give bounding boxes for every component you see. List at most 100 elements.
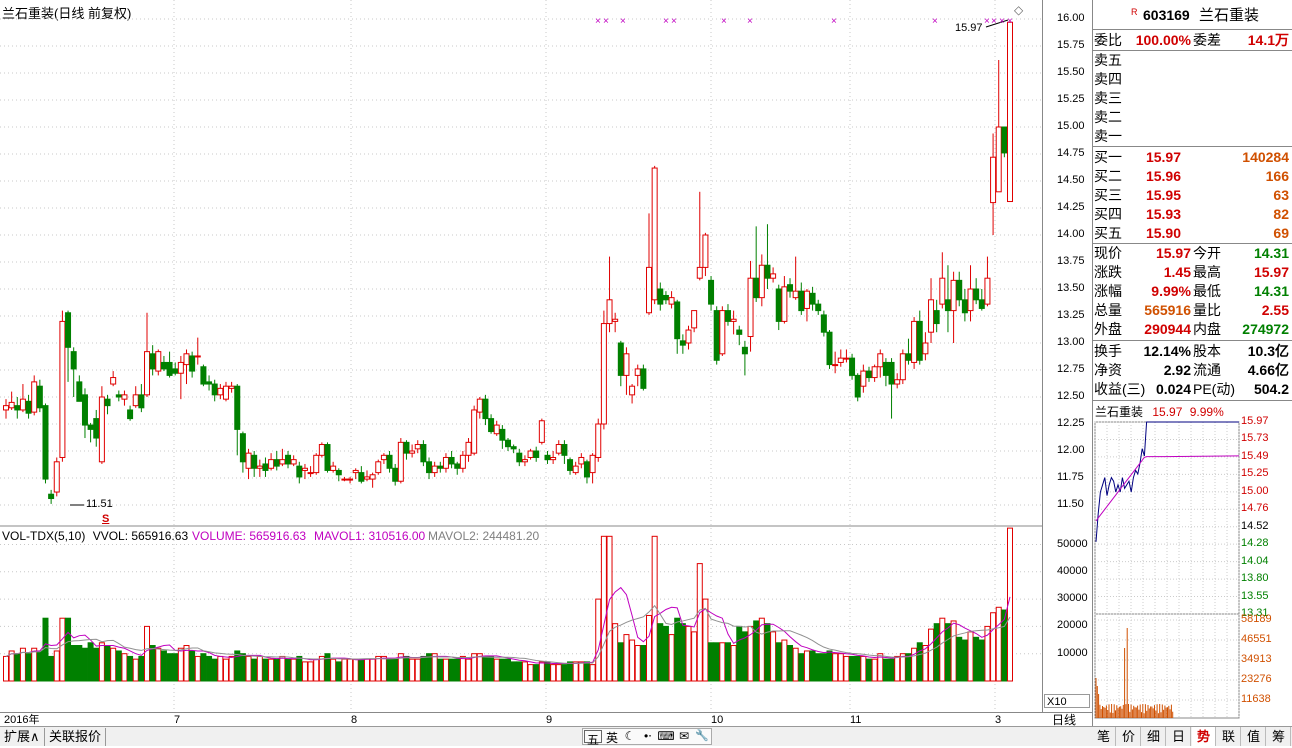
candle-body bbox=[803, 290, 810, 309]
sell-row: 卖五 bbox=[1093, 51, 1291, 70]
vol-scale-label: X10 bbox=[1044, 694, 1090, 708]
moon-icon[interactable]: ☾ bbox=[621, 729, 639, 744]
candle-body bbox=[437, 465, 444, 469]
candle-body bbox=[747, 277, 754, 338]
candle-body bbox=[3, 405, 9, 411]
volume-bar bbox=[234, 650, 241, 682]
volume-bar bbox=[792, 647, 799, 682]
wrench-icon[interactable]: 🔧 bbox=[693, 729, 711, 744]
candle-body bbox=[183, 353, 190, 366]
stat-value: 274972 bbox=[1242, 321, 1289, 337]
period-label[interactable]: 日线 bbox=[1052, 713, 1076, 727]
candle-body bbox=[758, 264, 765, 299]
signal-x-marker: × bbox=[663, 16, 669, 27]
candle-body bbox=[538, 420, 545, 443]
buy-label: 买五 bbox=[1094, 225, 1122, 241]
volume-bar bbox=[488, 655, 495, 682]
candle-body bbox=[380, 454, 387, 461]
volume-bar bbox=[894, 655, 901, 682]
panel-tab[interactable]: 日 bbox=[1167, 727, 1191, 746]
weicha-label: 委差 bbox=[1193, 32, 1221, 48]
price-tick: 13.50 bbox=[1057, 282, 1085, 294]
volume-bar bbox=[296, 655, 303, 682]
panel-tab[interactable]: 笔 bbox=[1092, 727, 1116, 746]
candle-body bbox=[104, 398, 111, 407]
buy-volume: 140284 bbox=[1242, 149, 1289, 165]
candle-body bbox=[160, 361, 167, 370]
kline-chart-area[interactable]: 兰石重装(日线 前复权) × × × × × × × × × × × × × VOL-TDX(5,10)… bbox=[0, 0, 1042, 712]
candle-body bbox=[177, 361, 184, 374]
volume-bar bbox=[843, 655, 850, 682]
candle-body bbox=[87, 424, 94, 430]
panel-tab[interactable]: 值 bbox=[1242, 727, 1266, 746]
volume-bar bbox=[442, 658, 449, 682]
candle-body bbox=[572, 465, 579, 474]
punctuation-icon[interactable]: •⋅ bbox=[639, 729, 657, 744]
candle-body bbox=[48, 493, 55, 500]
volume-bar bbox=[76, 645, 83, 682]
panel-tab[interactable]: 联 bbox=[1217, 727, 1241, 746]
weibi-row: 委比 100.00% 委差 14.1万 bbox=[1093, 31, 1291, 50]
mini-price-tick: 15.00 bbox=[1241, 484, 1269, 497]
candle-body bbox=[679, 340, 686, 346]
price-tick: 14.25 bbox=[1057, 201, 1085, 213]
panel-tab[interactable]: 势 bbox=[1192, 727, 1216, 746]
candle-body bbox=[442, 456, 449, 469]
sell-label: 卖一 bbox=[1094, 128, 1122, 144]
candle-body bbox=[335, 469, 342, 476]
candle-body bbox=[200, 366, 207, 385]
fund-value: 0.024 bbox=[1155, 381, 1191, 397]
volume-bar bbox=[194, 655, 201, 682]
candle-body bbox=[256, 465, 263, 469]
mini-price-tick: 14.76 bbox=[1241, 502, 1269, 515]
candle-body bbox=[882, 361, 889, 376]
volume-bar bbox=[476, 653, 483, 682]
english-icon[interactable]: 英 bbox=[603, 729, 621, 745]
candle-body bbox=[939, 277, 946, 305]
volume-bar bbox=[392, 658, 399, 682]
volume-bar bbox=[42, 617, 49, 682]
candle-body bbox=[595, 423, 602, 458]
panel-tab[interactable]: 细 bbox=[1142, 727, 1166, 746]
candle-body bbox=[629, 385, 636, 396]
candle-body bbox=[251, 454, 258, 469]
fund-label: 收益(三) bbox=[1094, 381, 1146, 397]
volume-bar bbox=[48, 655, 55, 682]
candle-body bbox=[268, 459, 275, 469]
volume-bar bbox=[567, 661, 574, 682]
signal-x-marker: × bbox=[831, 16, 837, 27]
volume-bar bbox=[454, 658, 461, 682]
related-quotes-tab[interactable]: 关联报价 bbox=[45, 728, 107, 746]
buy-label: 买一 bbox=[1094, 149, 1122, 165]
volume-bar bbox=[967, 631, 974, 682]
volume-bar bbox=[499, 658, 506, 682]
buy-label: 买四 bbox=[1094, 206, 1122, 222]
s-marker: S bbox=[102, 513, 110, 525]
x-label-jul: 7 bbox=[174, 714, 181, 726]
volume-bar bbox=[691, 631, 698, 682]
volume-bar bbox=[25, 653, 32, 682]
volume-bar bbox=[8, 650, 15, 682]
mavol2-value: MAVOL2: 244481.20 bbox=[428, 529, 540, 543]
candle-body bbox=[668, 297, 675, 305]
stat-row: 外盘 290944 内盘 274972 bbox=[1093, 320, 1291, 339]
candle-body bbox=[662, 294, 669, 301]
mavol1-value: MAVOL1: 310516.00 bbox=[314, 529, 426, 543]
expand-tab[interactable]: 扩展∧ bbox=[0, 728, 45, 746]
mail-icon[interactable]: ✉ bbox=[675, 729, 693, 744]
candle-body bbox=[775, 288, 782, 322]
candle-body bbox=[42, 405, 49, 480]
volume-bar bbox=[950, 620, 957, 682]
panel-tab[interactable]: 筹 bbox=[1267, 727, 1291, 746]
panel-tab[interactable]: 价 bbox=[1117, 727, 1141, 746]
wubi-icon[interactable]: 五 bbox=[584, 730, 602, 747]
volume-bar bbox=[770, 631, 777, 682]
keyboard-icon[interactable]: ⌨ bbox=[657, 729, 675, 744]
volume-bar bbox=[516, 661, 523, 682]
volume-value: VOLUME: 565916.63 bbox=[192, 529, 307, 543]
volume-bar bbox=[657, 623, 664, 682]
volume-bar bbox=[583, 661, 590, 682]
candle-body bbox=[527, 450, 534, 458]
buy-price: 15.93 bbox=[1145, 206, 1181, 222]
candle-body bbox=[702, 234, 709, 268]
